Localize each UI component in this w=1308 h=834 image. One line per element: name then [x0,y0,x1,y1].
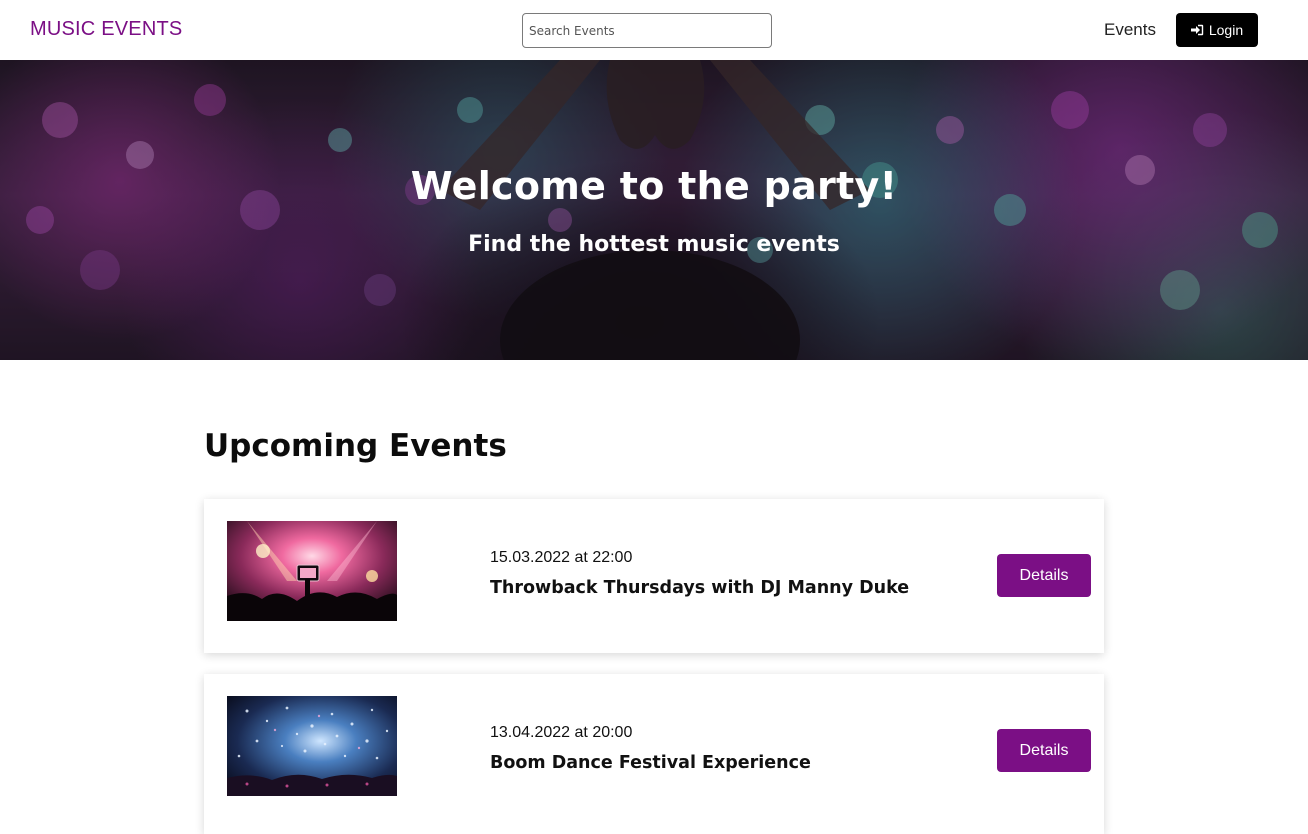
event-thumbnail [227,696,397,796]
details-button[interactable]: Details [997,729,1091,772]
event-date: 13.04.2022 at 20:00 [490,724,633,741]
brand-logo-link[interactable]: MUSIC EVENTS [30,18,182,41]
hero-banner: Welcome to the party! Find the hottest m… [0,60,1308,360]
search-input[interactable] [522,13,772,48]
navbar: MUSIC EVENTS Events Login [0,0,1308,60]
hero-subtitle: Find the hottest music events [468,232,840,257]
details-button[interactable]: Details [997,554,1091,597]
event-date: 15.03.2022 at 22:00 [490,549,633,566]
hero-overlay [0,60,1308,360]
login-label: Login [1208,22,1244,38]
sign-in-icon [1190,24,1204,36]
nav-link-events[interactable]: Events [1104,20,1156,40]
event-thumbnail [227,521,397,621]
event-card: 13.04.2022 at 20:00 Boom Dance Festival … [204,674,1104,834]
hero-title: Welcome to the party! [410,164,898,208]
login-button[interactable]: Login [1176,13,1258,47]
upcoming-events-heading: Upcoming Events [204,428,507,464]
event-title: Boom Dance Festival Experience [490,753,811,773]
event-title: Throwback Thursdays with DJ Manny Duke [490,578,910,598]
event-card: 15.03.2022 at 22:00 Throwback Thursdays … [204,499,1104,653]
